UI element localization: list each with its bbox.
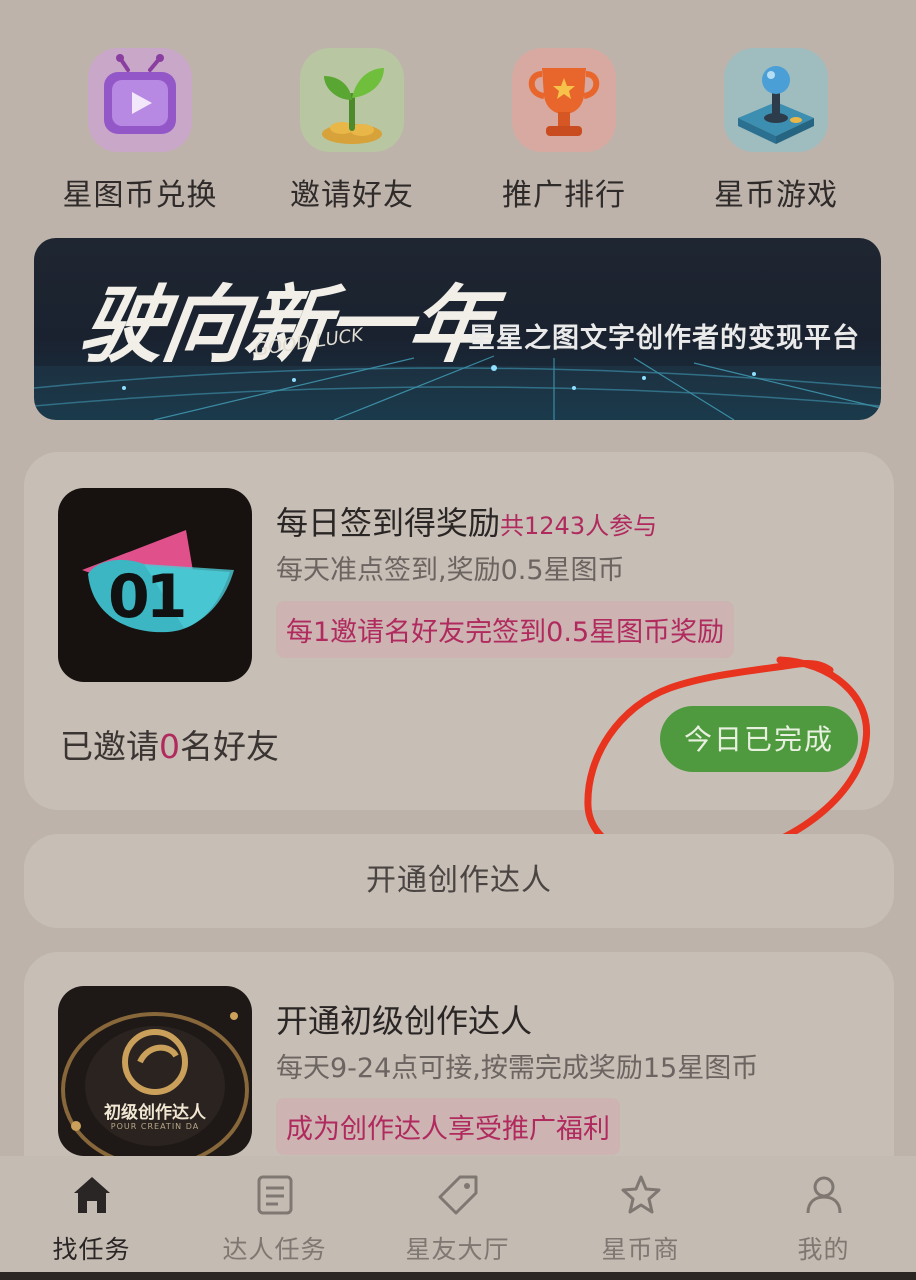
bottom-edge [0,1272,916,1280]
creator-badge-sub: POUR CREATIN DA [110,1122,200,1131]
creator-title: 开通初级创作达人 [276,1002,533,1040]
home-icon [0,1172,183,1218]
quick-action-invite[interactable]: 邀请好友 [246,40,458,214]
participants-count: 共1243人参与 [500,512,658,540]
tab-label: 找任务 [52,1235,131,1264]
open-creator-button[interactable]: 开通创作达人 [24,834,894,928]
invited-suffix: 名好友 [180,727,279,766]
tab-mine[interactable]: 我的 [732,1172,915,1266]
tag-icon [366,1172,549,1218]
invited-prefix: 已邀请 [60,727,159,766]
invited-number: 0 [159,727,180,766]
star-icon [549,1172,732,1218]
invited-count-text: 已邀请0名好友 [60,720,279,768]
quick-action-label: 星币游戏 [714,178,838,213]
checkin-title-row: 每日签到得奖励共1243人参与 [276,498,657,544]
quick-action-label: 星图币兑换 [62,178,218,213]
quick-action-exchange[interactable]: 星图币兑换 [34,40,246,214]
user-icon [732,1172,915,1218]
task-list-icon [183,1172,366,1218]
promo-banner[interactable]: 驶向新一年 GOOD LUCK 星星之图文字创作者的变现平台 [34,238,881,420]
checkin-title: 每日签到得奖励 [276,504,501,542]
creator-badge-text: 初级创作达人 [104,1103,206,1123]
quick-actions: 星图币兑换 邀请好友 推广排行 星币游戏 [0,40,916,213]
banner-title: 驶向新一年 [74,275,499,374]
creator-subtitle: 每天9-24点可接,按需完成奖励15星图币 [276,1053,759,1084]
quick-action-ranking[interactable]: 推广排行 [458,40,670,214]
joystick-icon [724,48,828,152]
tv-icon [88,48,192,152]
checkin-thumbnail: 01 [58,488,252,682]
checkin-subtitle: 每天准点签到,奖励0.5星图币 [276,555,625,586]
tab-label: 星友大厅 [405,1235,510,1264]
trophy-icon [512,48,616,152]
sprout-icon [300,48,404,152]
tab-label: 我的 [797,1235,850,1264]
tab-star-shop[interactable]: 星币商 [549,1172,732,1266]
tab-label: 星币商 [601,1235,680,1264]
open-creator-label: 开通创作达人 [366,863,552,898]
daily-checkin-card: 01 每日签到得奖励共1243人参与 每天准点签到,奖励0.5星图币 每1邀请名… [24,452,894,810]
quick-action-label: 邀请好友 [290,178,414,213]
bottom-tab-bar: 找任务 达人任务 星友大厅 星币商 我的 [0,1156,916,1272]
checkin-done-button[interactable]: 今日已完成 [660,706,858,772]
tab-star-hall[interactable]: 星友大厅 [366,1172,549,1266]
tab-creator-task[interactable]: 达人任务 [183,1172,366,1266]
tab-find-task[interactable]: 找任务 [0,1172,183,1266]
creator-benefit-tag: 成为创作达人享受推广福利 [276,1098,620,1155]
creator-badge-thumbnail: 初级创作达人 POUR CREATIN DA [58,986,252,1156]
banner-slogan: 星星之图文字创作者的变现平台 [468,323,860,354]
checkin-reward-tag: 每1邀请名好友完签到0.5星图币奖励 [276,601,735,658]
quick-action-game[interactable]: 星币游戏 [670,40,882,214]
quick-action-label: 推广排行 [502,178,626,213]
tab-label: 达人任务 [222,1235,327,1264]
checkin-thumb-number: 01 [108,562,187,632]
